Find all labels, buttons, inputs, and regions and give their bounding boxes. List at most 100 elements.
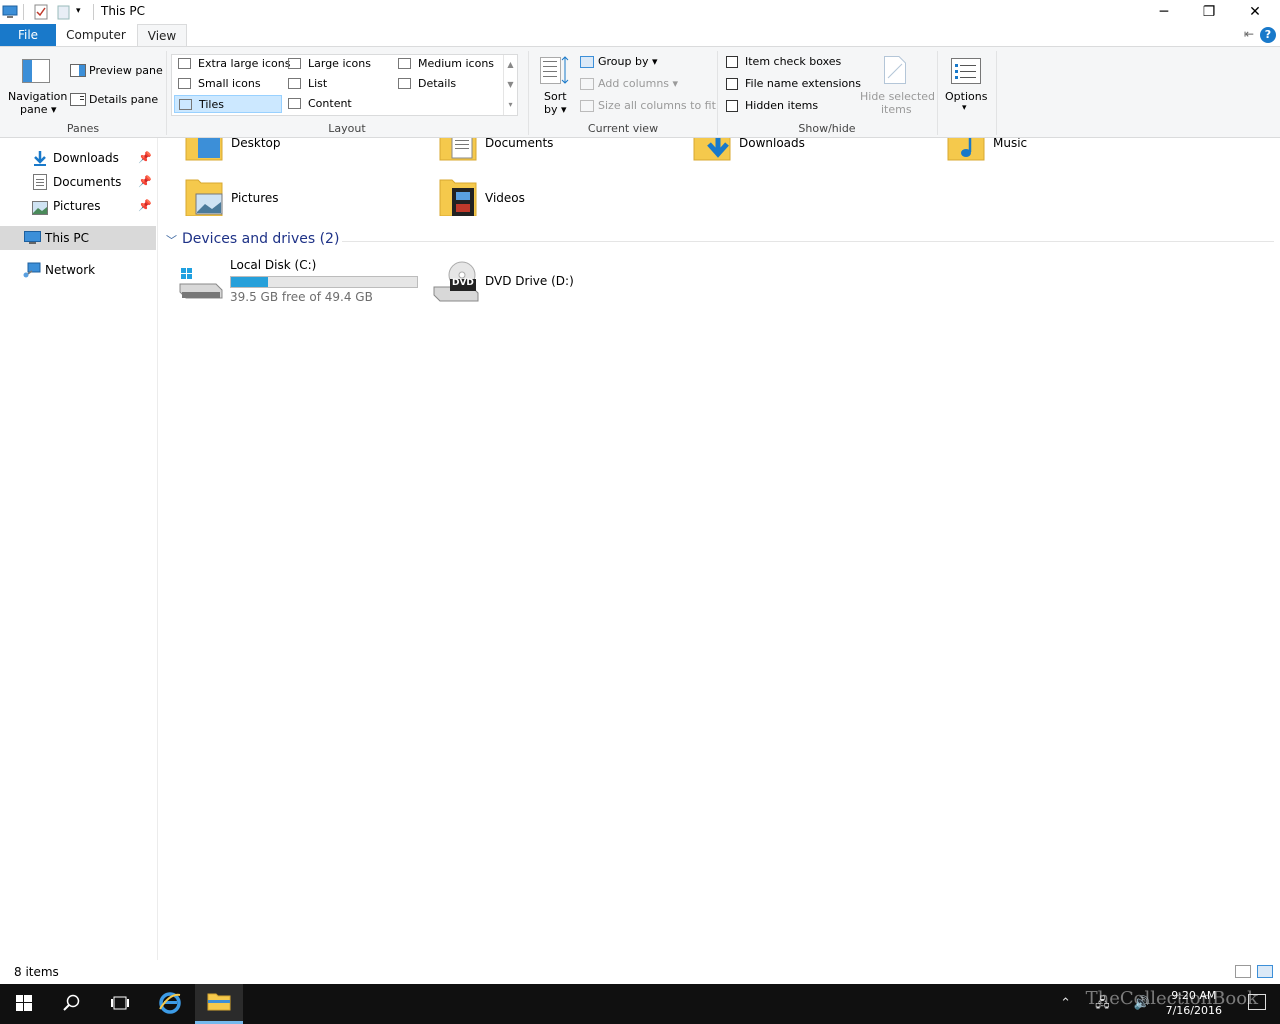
customize-qat-icon[interactable]: ▾ <box>76 6 81 22</box>
minimize-button[interactable]: ─ <box>1141 0 1187 24</box>
nav-item-documents[interactable]: Documents 📌 <box>0 170 156 194</box>
internet-explorer-button[interactable] <box>146 984 194 1024</box>
network-icon <box>23 262 41 286</box>
layout-list[interactable]: List <box>284 75 392 93</box>
file-name-extensions-checkbox[interactable] <box>726 78 738 90</box>
content-area[interactable]: Desktop Documents Downloads Music Pictur… <box>160 138 1280 960</box>
file-explorer-button[interactable] <box>195 984 243 1024</box>
navigation-pane[interactable]: Downloads 📌 Documents 📌 Pictures 📌 This … <box>0 138 158 960</box>
size-columns-icon <box>580 100 594 112</box>
drive-label: DVD Drive (D:) <box>485 274 574 288</box>
add-columns-icon <box>580 78 594 90</box>
folder-downloads[interactable]: Downloads <box>668 138 918 174</box>
nav-item-this-pc[interactable]: This PC <box>0 226 156 250</box>
layout-small-icons[interactable]: Small icons <box>174 75 282 93</box>
pictures-folder-icon <box>184 178 224 217</box>
disk-usage-fill <box>231 277 269 287</box>
layout-tiles[interactable]: Tiles <box>174 95 282 113</box>
preview-pane-label: Preview pane <box>89 64 163 77</box>
add-columns-label: Add columns ▾ <box>598 77 679 90</box>
small-icons-icon <box>178 78 191 89</box>
nav-item-downloads[interactable]: Downloads 📌 <box>0 146 156 170</box>
hide-selected-label-2: items <box>881 103 912 116</box>
help-icon[interactable]: ? <box>1260 27 1276 43</box>
drive-free-space: 39.5 GB free of 49.4 GB <box>230 290 373 304</box>
divider <box>93 4 94 20</box>
tab-computer[interactable]: Computer <box>60 24 132 47</box>
layout-medium-icons[interactable]: Medium icons <box>394 55 502 73</box>
hidden-items-checkbox[interactable] <box>726 100 738 112</box>
layout-details[interactable]: Details <box>394 75 502 93</box>
devices-group-header[interactable]: ﹀ Devices and drives (2) <box>166 231 1274 248</box>
hide-selected-label: Hide selected <box>860 90 936 103</box>
pin-icon[interactable]: 📌 <box>138 146 152 170</box>
folder-pictures[interactable]: Pictures <box>160 178 410 228</box>
pin-ribbon-icon[interactable]: ⇤ <box>1244 27 1254 41</box>
action-center-icon[interactable] <box>1248 994 1266 1010</box>
drive-local-disk-c[interactable]: Local Disk (C:) 39.5 GB free of 49.4 GB <box>160 258 420 312</box>
ribbon: Navigation pane ▾ Preview pane Details p… <box>0 46 1280 138</box>
tiles-icon <box>179 99 192 110</box>
details-pane-label: Details pane <box>89 93 159 106</box>
list-icon <box>288 78 301 89</box>
properties-icon[interactable] <box>33 4 49 20</box>
chevron-down-icon[interactable]: ﹀ <box>166 232 177 248</box>
layout-content[interactable]: Content <box>284 95 392 113</box>
maximize-button[interactable]: ❐ <box>1186 0 1232 24</box>
devices-header-label: Devices and drives (2) <box>182 231 340 247</box>
pin-icon[interactable]: 📌 <box>138 194 152 218</box>
hard-drive-icon <box>178 264 224 307</box>
options-label: Options <box>945 90 988 103</box>
folder-documents[interactable]: Documents <box>414 138 664 174</box>
scroll-down-icon[interactable]: ▼ <box>504 75 517 95</box>
tab-view[interactable]: View <box>137 24 187 47</box>
system-tray-icons[interactable]: ⌃ 🖧 🔊 <box>1060 994 1160 1016</box>
file-name-extensions-label: File name extensions <box>745 77 861 90</box>
folder-music[interactable]: Music <box>922 138 1172 174</box>
layout-item-label: Small icons <box>198 77 261 90</box>
clock-time: 9:20 AM <box>1171 989 1217 1002</box>
folder-label: Documents <box>485 138 554 150</box>
layout-item-label: List <box>308 77 328 90</box>
start-button[interactable] <box>0 984 48 1024</box>
show-hide-group-label: Show/hide <box>798 122 856 135</box>
item-check-boxes-checkbox[interactable] <box>726 56 738 68</box>
large-icons-view-icon[interactable] <box>1257 965 1273 978</box>
clock[interactable]: 9:20 AM 7/16/2016 <box>1166 988 1222 1018</box>
navigation-pane-label: Navigation <box>8 90 68 103</box>
divider <box>23 4 24 20</box>
folder-label: Pictures <box>231 191 279 205</box>
details-pane-icon <box>70 93 86 109</box>
folder-desktop[interactable]: Desktop <box>160 138 410 174</box>
new-folder-icon[interactable] <box>56 4 72 20</box>
navigation-pane-label-2: pane ▾ <box>20 103 57 116</box>
documents-folder-icon <box>438 138 478 162</box>
layout-extra-large-icons[interactable]: Extra large icons <box>174 55 290 73</box>
extra-large-icons-icon <box>178 58 191 69</box>
details-view-icon[interactable] <box>1235 965 1251 978</box>
downloads-folder-icon <box>692 138 732 162</box>
search-button[interactable] <box>48 984 96 1024</box>
layout-group-label: Layout <box>328 122 366 135</box>
nav-label: Documents <box>53 175 122 189</box>
details-icon <box>398 78 411 89</box>
nav-item-pictures[interactable]: Pictures 📌 <box>0 194 156 218</box>
drive-dvd-d[interactable]: DVD DVD Drive (D:) <box>430 258 590 312</box>
tab-file[interactable]: File <box>0 24 56 47</box>
title-bar: ▾ This PC ─ ❐ ✕ <box>0 0 1280 24</box>
item-count: 8 items <box>14 965 59 979</box>
pin-icon[interactable]: 📌 <box>138 170 152 194</box>
scroll-up-icon[interactable]: ▲ <box>504 55 517 75</box>
task-view-button[interactable] <box>96 984 144 1024</box>
close-button[interactable]: ✕ <box>1232 0 1278 24</box>
folder-label: Videos <box>485 191 525 205</box>
layout-large-icons[interactable]: Large icons <box>284 55 392 73</box>
folder-videos[interactable]: Videos <box>414 178 664 228</box>
pictures-icon <box>32 199 48 223</box>
this-pc-icon[interactable] <box>2 4 18 20</box>
nav-item-network[interactable]: Network <box>0 258 156 282</box>
more-icon[interactable]: ▾ <box>504 95 517 115</box>
nav-label: This PC <box>45 231 89 245</box>
preview-pane-icon <box>70 64 86 80</box>
gallery-scrollbar[interactable]: ▲ ▼ ▾ <box>503 55 517 115</box>
